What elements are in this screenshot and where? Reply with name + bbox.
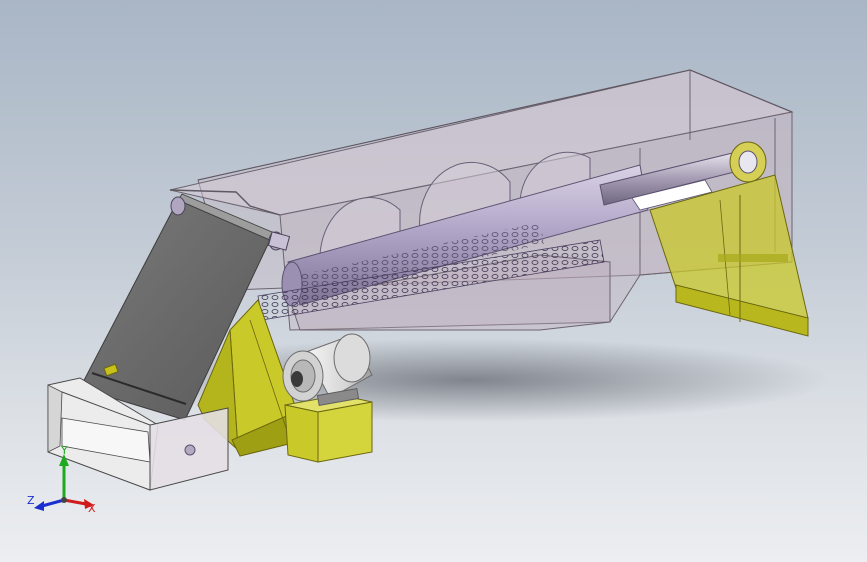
x-axis-arrow (63, 498, 87, 506)
x-axis-label: X (88, 502, 96, 515)
screw-conveyor-model[interactable] (0, 0, 867, 562)
motor-base[interactable] (284, 394, 373, 463)
z-axis-label: Z (27, 494, 35, 507)
cad-viewport[interactable]: Y X Z (0, 0, 867, 562)
z-axis-arrow (41, 498, 65, 508)
coordinate-triad: Y X Z (22, 442, 112, 522)
y-axis-label: Y (60, 444, 68, 457)
